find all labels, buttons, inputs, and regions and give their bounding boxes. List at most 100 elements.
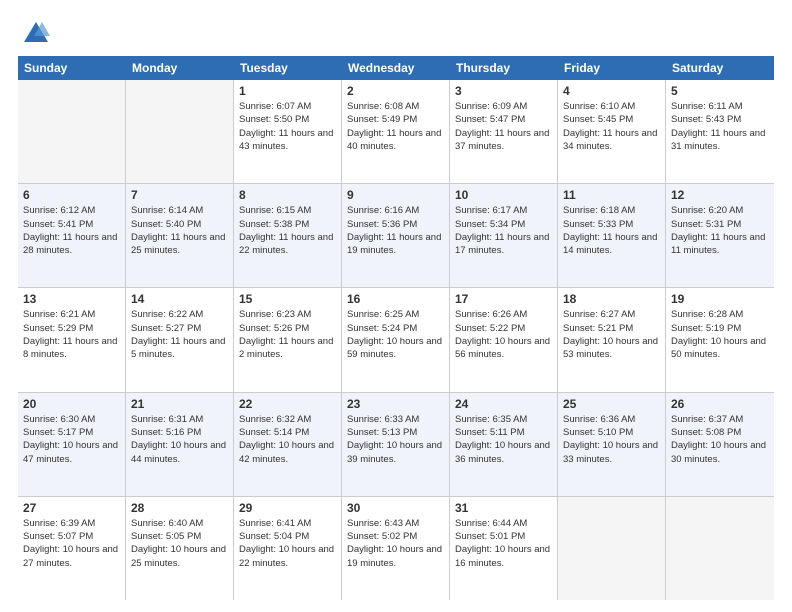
day-info: Sunrise: 6:37 AM Sunset: 5:08 PM Dayligh…	[671, 413, 769, 466]
weekday-header: Saturday	[666, 56, 774, 80]
day-cell: 9 Sunrise: 6:16 AM Sunset: 5:36 PM Daylig…	[342, 184, 450, 287]
day-info: Sunrise: 6:14 AM Sunset: 5:40 PM Dayligh…	[131, 204, 228, 257]
day-info: Sunrise: 6:36 AM Sunset: 5:10 PM Dayligh…	[563, 413, 660, 466]
day-number: 2	[347, 84, 444, 98]
day-cell: 19 Sunrise: 6:28 AM Sunset: 5:19 PM Dayli…	[666, 288, 774, 391]
day-info: Sunrise: 6:40 AM Sunset: 5:05 PM Dayligh…	[131, 517, 228, 570]
day-info: Sunrise: 6:43 AM Sunset: 5:02 PM Dayligh…	[347, 517, 444, 570]
day-number: 28	[131, 501, 228, 515]
empty-cell	[666, 497, 774, 600]
header	[18, 18, 774, 46]
day-info: Sunrise: 6:10 AM Sunset: 5:45 PM Dayligh…	[563, 100, 660, 153]
weekday-header: Sunday	[18, 56, 126, 80]
day-number: 9	[347, 188, 444, 202]
day-number: 22	[239, 397, 336, 411]
day-number: 16	[347, 292, 444, 306]
day-info: Sunrise: 6:17 AM Sunset: 5:34 PM Dayligh…	[455, 204, 552, 257]
day-number: 26	[671, 397, 769, 411]
day-info: Sunrise: 6:16 AM Sunset: 5:36 PM Dayligh…	[347, 204, 444, 257]
empty-cell	[558, 497, 666, 600]
day-number: 23	[347, 397, 444, 411]
day-info: Sunrise: 6:33 AM Sunset: 5:13 PM Dayligh…	[347, 413, 444, 466]
day-info: Sunrise: 6:22 AM Sunset: 5:27 PM Dayligh…	[131, 308, 228, 361]
day-number: 15	[239, 292, 336, 306]
day-cell: 1 Sunrise: 6:07 AM Sunset: 5:50 PM Daylig…	[234, 80, 342, 183]
day-cell: 18Sunrise: 6:27 AM Sunset: 5:21 PM Dayli…	[558, 288, 666, 391]
day-cell: 13 Sunrise: 6:21 AM Sunset: 5:29 PM Dayli…	[18, 288, 126, 391]
day-info: Sunrise: 6:44 AM Sunset: 5:01 PM Dayligh…	[455, 517, 552, 570]
day-number: 27	[23, 501, 120, 515]
day-number: 10	[455, 188, 552, 202]
day-cell: 25 Sunrise: 6:36 AM Sunset: 5:10 PM Dayli…	[558, 393, 666, 496]
day-cell: 16 Sunrise: 6:25 AM Sunset: 5:24 PM Dayli…	[342, 288, 450, 391]
day-cell: 15 Sunrise: 6:23 AM Sunset: 5:26 PM Dayli…	[234, 288, 342, 391]
day-number: 1	[239, 84, 336, 98]
day-info: Sunrise: 6:07 AM Sunset: 5:50 PM Dayligh…	[239, 100, 336, 153]
weekday-header: Tuesday	[234, 56, 342, 80]
day-info: Sunrise: 6:26 AM Sunset: 5:22 PM Dayligh…	[455, 308, 552, 361]
day-cell: 20 Sunrise: 6:30 AM Sunset: 5:17 PM Dayli…	[18, 393, 126, 496]
day-number: 17	[455, 292, 552, 306]
day-info: Sunrise: 6:15 AM Sunset: 5:38 PM Dayligh…	[239, 204, 336, 257]
day-cell: 11 Sunrise: 6:18 AM Sunset: 5:33 PM Dayli…	[558, 184, 666, 287]
day-number: 31	[455, 501, 552, 515]
day-cell: 4Sunrise: 6:10 AM Sunset: 5:45 PM Daylig…	[558, 80, 666, 183]
day-info: Sunrise: 6:25 AM Sunset: 5:24 PM Dayligh…	[347, 308, 444, 361]
day-info: Sunrise: 6:20 AM Sunset: 5:31 PM Dayligh…	[671, 204, 769, 257]
day-cell: 3 Sunrise: 6:09 AM Sunset: 5:47 PM Daylig…	[450, 80, 558, 183]
weekday-header: Monday	[126, 56, 234, 80]
calendar-row: 1 Sunrise: 6:07 AM Sunset: 5:50 PM Daylig…	[18, 80, 774, 184]
calendar-body: 1 Sunrise: 6:07 AM Sunset: 5:50 PM Daylig…	[18, 80, 774, 600]
calendar: SundayMondayTuesdayWednesdayThursdayFrid…	[18, 56, 774, 600]
day-info: Sunrise: 6:11 AM Sunset: 5:43 PM Dayligh…	[671, 100, 769, 153]
empty-cell	[126, 80, 234, 183]
day-info: Sunrise: 6:21 AM Sunset: 5:29 PM Dayligh…	[23, 308, 120, 361]
day-number: 7	[131, 188, 228, 202]
day-cell: 5Sunrise: 6:11 AM Sunset: 5:43 PM Daylig…	[666, 80, 774, 183]
day-cell: 2Sunrise: 6:08 AM Sunset: 5:49 PM Daylig…	[342, 80, 450, 183]
day-info: Sunrise: 6:28 AM Sunset: 5:19 PM Dayligh…	[671, 308, 769, 361]
page: SundayMondayTuesdayWednesdayThursdayFrid…	[0, 0, 792, 612]
day-info: Sunrise: 6:30 AM Sunset: 5:17 PM Dayligh…	[23, 413, 120, 466]
weekday-header: Wednesday	[342, 56, 450, 80]
day-cell: 26 Sunrise: 6:37 AM Sunset: 5:08 PM Dayli…	[666, 393, 774, 496]
day-cell: 24Sunrise: 6:35 AM Sunset: 5:11 PM Dayli…	[450, 393, 558, 496]
day-number: 6	[23, 188, 120, 202]
day-number: 18	[563, 292, 660, 306]
day-number: 24	[455, 397, 552, 411]
day-number: 21	[131, 397, 228, 411]
day-cell: 31 Sunrise: 6:44 AM Sunset: 5:01 PM Dayli…	[450, 497, 558, 600]
weekday-header: Thursday	[450, 56, 558, 80]
day-info: Sunrise: 6:23 AM Sunset: 5:26 PM Dayligh…	[239, 308, 336, 361]
day-cell: 21 Sunrise: 6:31 AM Sunset: 5:16 PM Dayli…	[126, 393, 234, 496]
day-number: 3	[455, 84, 552, 98]
logo-icon	[22, 18, 50, 46]
day-number: 13	[23, 292, 120, 306]
calendar-row: 27 Sunrise: 6:39 AM Sunset: 5:07 PM Dayli…	[18, 497, 774, 600]
day-number: 8	[239, 188, 336, 202]
day-info: Sunrise: 6:09 AM Sunset: 5:47 PM Dayligh…	[455, 100, 552, 153]
calendar-header: SundayMondayTuesdayWednesdayThursdayFrid…	[18, 56, 774, 80]
day-info: Sunrise: 6:41 AM Sunset: 5:04 PM Dayligh…	[239, 517, 336, 570]
day-info: Sunrise: 6:39 AM Sunset: 5:07 PM Dayligh…	[23, 517, 120, 570]
day-number: 19	[671, 292, 769, 306]
day-info: Sunrise: 6:32 AM Sunset: 5:14 PM Dayligh…	[239, 413, 336, 466]
weekday-header: Friday	[558, 56, 666, 80]
day-cell: 12Sunrise: 6:20 AM Sunset: 5:31 PM Dayli…	[666, 184, 774, 287]
day-number: 25	[563, 397, 660, 411]
day-cell: 8 Sunrise: 6:15 AM Sunset: 5:38 PM Daylig…	[234, 184, 342, 287]
empty-cell	[18, 80, 126, 183]
day-number: 11	[563, 188, 660, 202]
day-info: Sunrise: 6:31 AM Sunset: 5:16 PM Dayligh…	[131, 413, 228, 466]
day-cell: 27 Sunrise: 6:39 AM Sunset: 5:07 PM Dayli…	[18, 497, 126, 600]
calendar-row: 20 Sunrise: 6:30 AM Sunset: 5:17 PM Dayli…	[18, 393, 774, 497]
day-cell: 7 Sunrise: 6:14 AM Sunset: 5:40 PM Daylig…	[126, 184, 234, 287]
day-cell: 28 Sunrise: 6:40 AM Sunset: 5:05 PM Dayli…	[126, 497, 234, 600]
day-cell: 29Sunrise: 6:41 AM Sunset: 5:04 PM Dayli…	[234, 497, 342, 600]
day-cell: 17 Sunrise: 6:26 AM Sunset: 5:22 PM Dayli…	[450, 288, 558, 391]
calendar-row: 13 Sunrise: 6:21 AM Sunset: 5:29 PM Dayli…	[18, 288, 774, 392]
day-cell: 22 Sunrise: 6:32 AM Sunset: 5:14 PM Dayli…	[234, 393, 342, 496]
day-info: Sunrise: 6:18 AM Sunset: 5:33 PM Dayligh…	[563, 204, 660, 257]
day-cell: 10 Sunrise: 6:17 AM Sunset: 5:34 PM Dayli…	[450, 184, 558, 287]
day-number: 20	[23, 397, 120, 411]
